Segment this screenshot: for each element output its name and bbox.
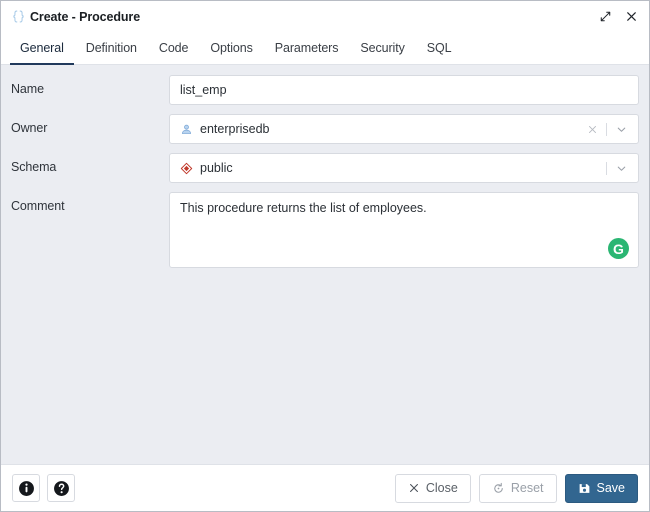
create-procedure-dialog: Create - Procedure General Definition Co… <box>0 0 650 512</box>
field-divider <box>606 161 607 175</box>
close-x-icon <box>408 482 420 494</box>
procedure-braces-icon <box>10 8 27 25</box>
comment-label: Comment <box>11 199 65 213</box>
tab-sql[interactable]: SQL <box>416 32 463 64</box>
clear-x-icon[interactable] <box>583 119 601 139</box>
field-row-comment: Comment This procedure returns the list … <box>11 192 639 268</box>
schema-control: public <box>169 153 639 183</box>
grammarly-badge-label: G <box>613 240 624 257</box>
info-button[interactable] <box>12 474 40 502</box>
dialog-title: Create - Procedure <box>30 9 141 24</box>
owner-label: Owner <box>11 121 48 135</box>
info-circle-icon <box>18 480 35 497</box>
help-circle-icon <box>53 480 70 497</box>
owner-value-wrap: enterprisedb <box>180 122 583 136</box>
close-button[interactable]: Close <box>394 473 471 503</box>
field-row-name: Name list_emp <box>11 75 639 105</box>
owner-value: enterprisedb <box>200 122 270 136</box>
schema-value-wrap: public <box>180 161 601 175</box>
field-row-owner: Owner enterprisedb <box>11 114 639 144</box>
save-button[interactable]: Save <box>564 473 638 503</box>
tab-options-label: Options <box>210 41 253 55</box>
footer-left-buttons <box>12 474 75 502</box>
tab-parameters-label: Parameters <box>274 41 339 55</box>
expand-diagonal-icon[interactable] <box>593 6 617 28</box>
titlebar-buttons <box>593 6 643 28</box>
tab-code[interactable]: Code <box>148 32 199 64</box>
footer-right-buttons: Close Reset Save <box>394 473 638 503</box>
titlebar-left: Create - Procedure <box>10 8 593 25</box>
tab-security[interactable]: Security <box>349 32 415 64</box>
dialog-footer: Close Reset Save <box>1 464 649 511</box>
field-row-schema: Schema public <box>11 153 639 183</box>
tab-code-label: Code <box>158 41 189 55</box>
save-floppy-icon <box>578 482 591 495</box>
reset-icon <box>492 482 505 495</box>
name-label: Name <box>11 82 44 96</box>
owner-select[interactable]: enterprisedb <box>169 114 639 144</box>
schema-value: public <box>200 161 233 175</box>
role-user-icon <box>180 123 193 136</box>
comment-control: This procedure returns the list of emplo… <box>169 192 639 268</box>
owner-control: enterprisedb <box>169 114 639 144</box>
chevron-down-icon[interactable] <box>612 119 630 139</box>
chevron-down-icon[interactable] <box>612 158 630 178</box>
tab-parameters[interactable]: Parameters <box>264 32 350 64</box>
tab-sql-label: SQL <box>426 41 452 55</box>
schema-select[interactable]: public <box>169 153 639 183</box>
close-button-label: Close <box>425 481 458 495</box>
name-control: list_emp <box>169 75 639 105</box>
tab-security-label: Security <box>360 41 405 55</box>
tab-definition-label: Definition <box>85 41 137 55</box>
tab-options[interactable]: Options <box>199 32 263 64</box>
close-x-icon[interactable] <box>619 6 643 28</box>
reset-button-label: Reset <box>510 481 544 495</box>
comment-value: This procedure returns the list of emplo… <box>180 201 427 215</box>
schema-label: Schema <box>11 160 57 174</box>
tab-general-label: General <box>20 41 64 55</box>
tab-bar: General Definition Code Options Paramete… <box>1 32 649 65</box>
comment-textarea[interactable]: This procedure returns the list of emplo… <box>169 192 639 268</box>
name-value: list_emp <box>180 83 227 97</box>
save-button-label: Save <box>596 481 626 495</box>
reset-button[interactable]: Reset <box>478 473 557 503</box>
general-tab-panel: Name list_emp Owner enterprisedb Schema … <box>1 65 649 464</box>
schema-diamond-icon <box>180 162 193 175</box>
tab-general[interactable]: General <box>9 32 75 65</box>
field-divider <box>606 122 607 136</box>
dialog-titlebar: Create - Procedure <box>1 1 649 32</box>
name-input[interactable]: list_emp <box>169 75 639 105</box>
owner-actions <box>583 119 630 139</box>
help-button[interactable] <box>47 474 75 502</box>
schema-actions <box>601 158 630 178</box>
tab-definition[interactable]: Definition <box>75 32 148 64</box>
grammarly-badge[interactable]: G <box>608 238 629 259</box>
